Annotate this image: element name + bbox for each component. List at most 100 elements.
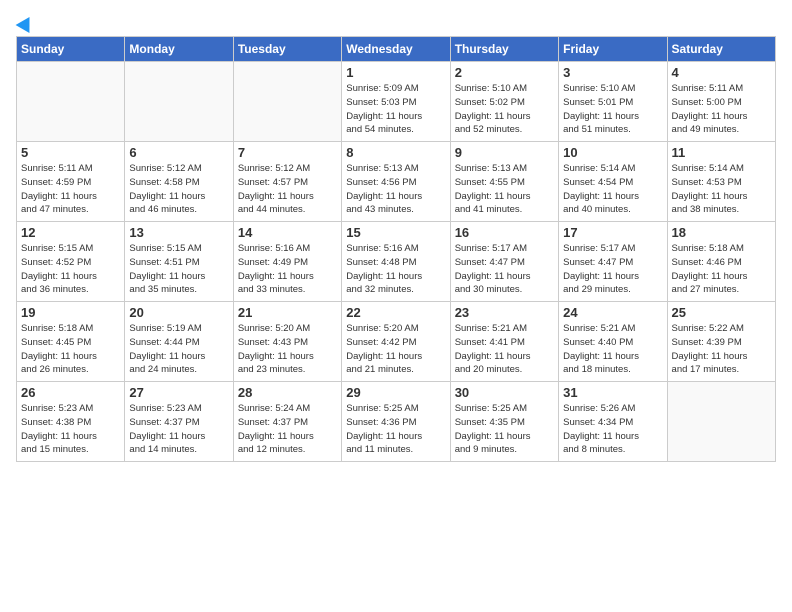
calendar-day-cell: 21 Sunrise: 5:20 AM Sunset: 4:43 PM Dayli… <box>233 302 341 382</box>
day-number: 17 <box>563 225 662 240</box>
calendar-day-cell: 20 Sunrise: 5:19 AM Sunset: 4:44 PM Dayli… <box>125 302 233 382</box>
calendar-day-header: Monday <box>125 37 233 62</box>
calendar-day-cell: 14Sunrise: 5:16 AM Sunset: 4:49 PM Dayli… <box>233 222 341 302</box>
calendar-day-header: Thursday <box>450 37 558 62</box>
day-number: 11 <box>672 145 771 160</box>
day-info: Sunrise: 5:21 AM Sunset: 4:40 PM Dayligh… <box>563 322 662 377</box>
day-info: Sunrise: 5:24 AM Sunset: 4:37 PM Dayligh… <box>238 402 337 457</box>
day-info: Sunrise: 5:15 AM Sunset: 4:51 PM Dayligh… <box>129 242 228 297</box>
day-info: Sunrise: 5:10 AM Sunset: 5:01 PM Dayligh… <box>563 82 662 137</box>
day-number: 13 <box>129 225 228 240</box>
day-number: 24 <box>563 305 662 320</box>
day-info: Sunrise: 5:14 AM Sunset: 4:54 PM Dayligh… <box>563 162 662 217</box>
day-number: 30 <box>455 385 554 400</box>
day-info: Sunrise: 5:18 AM Sunset: 4:45 PM Dayligh… <box>21 322 120 377</box>
logo <box>16 16 34 28</box>
day-info: Sunrise: 5:21 AM Sunset: 4:41 PM Dayligh… <box>455 322 554 377</box>
day-info: Sunrise: 5:17 AM Sunset: 4:47 PM Dayligh… <box>563 242 662 297</box>
day-number: 20 <box>129 305 228 320</box>
day-number: 9 <box>455 145 554 160</box>
day-number: 12 <box>21 225 120 240</box>
day-info: Sunrise: 5:23 AM Sunset: 4:37 PM Dayligh… <box>129 402 228 457</box>
calendar-day-cell: 5 Sunrise: 5:11 AM Sunset: 4:59 PM Daylig… <box>17 142 125 222</box>
calendar-day-cell: 31 Sunrise: 5:26 AM Sunset: 4:34 PM Dayli… <box>559 382 667 462</box>
calendar-day-cell: 10 Sunrise: 5:14 AM Sunset: 4:54 PM Dayli… <box>559 142 667 222</box>
day-info: Sunrise: 5:13 AM Sunset: 4:56 PM Dayligh… <box>346 162 445 217</box>
day-number: 26 <box>21 385 120 400</box>
calendar-day-cell: 16Sunrise: 5:17 AM Sunset: 4:47 PM Dayli… <box>450 222 558 302</box>
day-number: 4 <box>672 65 771 80</box>
calendar-day-cell: 11Sunrise: 5:14 AM Sunset: 4:53 PM Dayli… <box>667 142 775 222</box>
calendar-day-cell: 3 Sunrise: 5:10 AM Sunset: 5:01 PM Daylig… <box>559 62 667 142</box>
calendar-day-header: Sunday <box>17 37 125 62</box>
day-info: Sunrise: 5:25 AM Sunset: 4:35 PM Dayligh… <box>455 402 554 457</box>
calendar-day-cell <box>667 382 775 462</box>
page-header <box>16 16 776 28</box>
day-info: Sunrise: 5:09 AM Sunset: 5:03 PM Dayligh… <box>346 82 445 137</box>
calendar-week-row: 26Sunrise: 5:23 AM Sunset: 4:38 PM Dayli… <box>17 382 776 462</box>
day-number: 2 <box>455 65 554 80</box>
day-info: Sunrise: 5:20 AM Sunset: 4:42 PM Dayligh… <box>346 322 445 377</box>
calendar-day-cell: 19 Sunrise: 5:18 AM Sunset: 4:45 PM Dayli… <box>17 302 125 382</box>
calendar-day-cell: 4 Sunrise: 5:11 AM Sunset: 5:00 PM Daylig… <box>667 62 775 142</box>
calendar-header-row: SundayMondayTuesdayWednesdayThursdayFrid… <box>17 37 776 62</box>
day-info: Sunrise: 5:16 AM Sunset: 4:48 PM Dayligh… <box>346 242 445 297</box>
day-info: Sunrise: 5:15 AM Sunset: 4:52 PM Dayligh… <box>21 242 120 297</box>
day-info: Sunrise: 5:20 AM Sunset: 4:43 PM Dayligh… <box>238 322 337 377</box>
calendar-day-cell: 6 Sunrise: 5:12 AM Sunset: 4:58 PM Daylig… <box>125 142 233 222</box>
day-number: 5 <box>21 145 120 160</box>
calendar-day-header: Friday <box>559 37 667 62</box>
calendar-week-row: 19 Sunrise: 5:18 AM Sunset: 4:45 PM Dayli… <box>17 302 776 382</box>
calendar-day-cell: 9 Sunrise: 5:13 AM Sunset: 4:55 PM Daylig… <box>450 142 558 222</box>
calendar-day-cell: 7Sunrise: 5:12 AM Sunset: 4:57 PM Daylig… <box>233 142 341 222</box>
calendar-day-cell: 13 Sunrise: 5:15 AM Sunset: 4:51 PM Dayli… <box>125 222 233 302</box>
day-number: 19 <box>21 305 120 320</box>
day-number: 27 <box>129 385 228 400</box>
day-info: Sunrise: 5:17 AM Sunset: 4:47 PM Dayligh… <box>455 242 554 297</box>
day-info: Sunrise: 5:26 AM Sunset: 4:34 PM Dayligh… <box>563 402 662 457</box>
calendar-day-cell: 24 Sunrise: 5:21 AM Sunset: 4:40 PM Dayli… <box>559 302 667 382</box>
calendar-day-header: Tuesday <box>233 37 341 62</box>
day-number: 15 <box>346 225 445 240</box>
calendar-day-cell <box>125 62 233 142</box>
day-info: Sunrise: 5:12 AM Sunset: 4:58 PM Dayligh… <box>129 162 228 217</box>
day-number: 8 <box>346 145 445 160</box>
day-number: 29 <box>346 385 445 400</box>
day-number: 6 <box>129 145 228 160</box>
day-info: Sunrise: 5:22 AM Sunset: 4:39 PM Dayligh… <box>672 322 771 377</box>
logo-triangle-icon <box>16 13 37 33</box>
day-number: 25 <box>672 305 771 320</box>
day-info: Sunrise: 5:16 AM Sunset: 4:49 PM Dayligh… <box>238 242 337 297</box>
day-number: 31 <box>563 385 662 400</box>
day-number: 7 <box>238 145 337 160</box>
calendar-day-cell: 29 Sunrise: 5:25 AM Sunset: 4:36 PM Dayli… <box>342 382 450 462</box>
calendar-week-row: 12 Sunrise: 5:15 AM Sunset: 4:52 PM Dayli… <box>17 222 776 302</box>
calendar-day-cell: 23 Sunrise: 5:21 AM Sunset: 4:41 PM Dayli… <box>450 302 558 382</box>
day-info: Sunrise: 5:19 AM Sunset: 4:44 PM Dayligh… <box>129 322 228 377</box>
day-info: Sunrise: 5:13 AM Sunset: 4:55 PM Dayligh… <box>455 162 554 217</box>
day-number: 3 <box>563 65 662 80</box>
day-number: 28 <box>238 385 337 400</box>
day-info: Sunrise: 5:25 AM Sunset: 4:36 PM Dayligh… <box>346 402 445 457</box>
calendar-day-cell: 18 Sunrise: 5:18 AM Sunset: 4:46 PM Dayli… <box>667 222 775 302</box>
day-info: Sunrise: 5:10 AM Sunset: 5:02 PM Dayligh… <box>455 82 554 137</box>
day-info: Sunrise: 5:11 AM Sunset: 4:59 PM Dayligh… <box>21 162 120 217</box>
calendar-day-cell: 22 Sunrise: 5:20 AM Sunset: 4:42 PM Dayli… <box>342 302 450 382</box>
day-info: Sunrise: 5:11 AM Sunset: 5:00 PM Dayligh… <box>672 82 771 137</box>
day-number: 18 <box>672 225 771 240</box>
day-info: Sunrise: 5:18 AM Sunset: 4:46 PM Dayligh… <box>672 242 771 297</box>
calendar-week-row: 1Sunrise: 5:09 AM Sunset: 5:03 PM Daylig… <box>17 62 776 142</box>
day-number: 23 <box>455 305 554 320</box>
calendar-day-cell: 30 Sunrise: 5:25 AM Sunset: 4:35 PM Dayli… <box>450 382 558 462</box>
calendar-day-cell: 17 Sunrise: 5:17 AM Sunset: 4:47 PM Dayli… <box>559 222 667 302</box>
calendar-week-row: 5 Sunrise: 5:11 AM Sunset: 4:59 PM Daylig… <box>17 142 776 222</box>
calendar-day-header: Saturday <box>667 37 775 62</box>
day-number: 22 <box>346 305 445 320</box>
calendar-day-cell: 1Sunrise: 5:09 AM Sunset: 5:03 PM Daylig… <box>342 62 450 142</box>
calendar-day-cell: 2 Sunrise: 5:10 AM Sunset: 5:02 PM Daylig… <box>450 62 558 142</box>
day-number: 10 <box>563 145 662 160</box>
calendar-day-cell: 25 Sunrise: 5:22 AM Sunset: 4:39 PM Dayli… <box>667 302 775 382</box>
day-number: 21 <box>238 305 337 320</box>
calendar-day-cell: 8 Sunrise: 5:13 AM Sunset: 4:56 PM Daylig… <box>342 142 450 222</box>
calendar-day-cell <box>233 62 341 142</box>
